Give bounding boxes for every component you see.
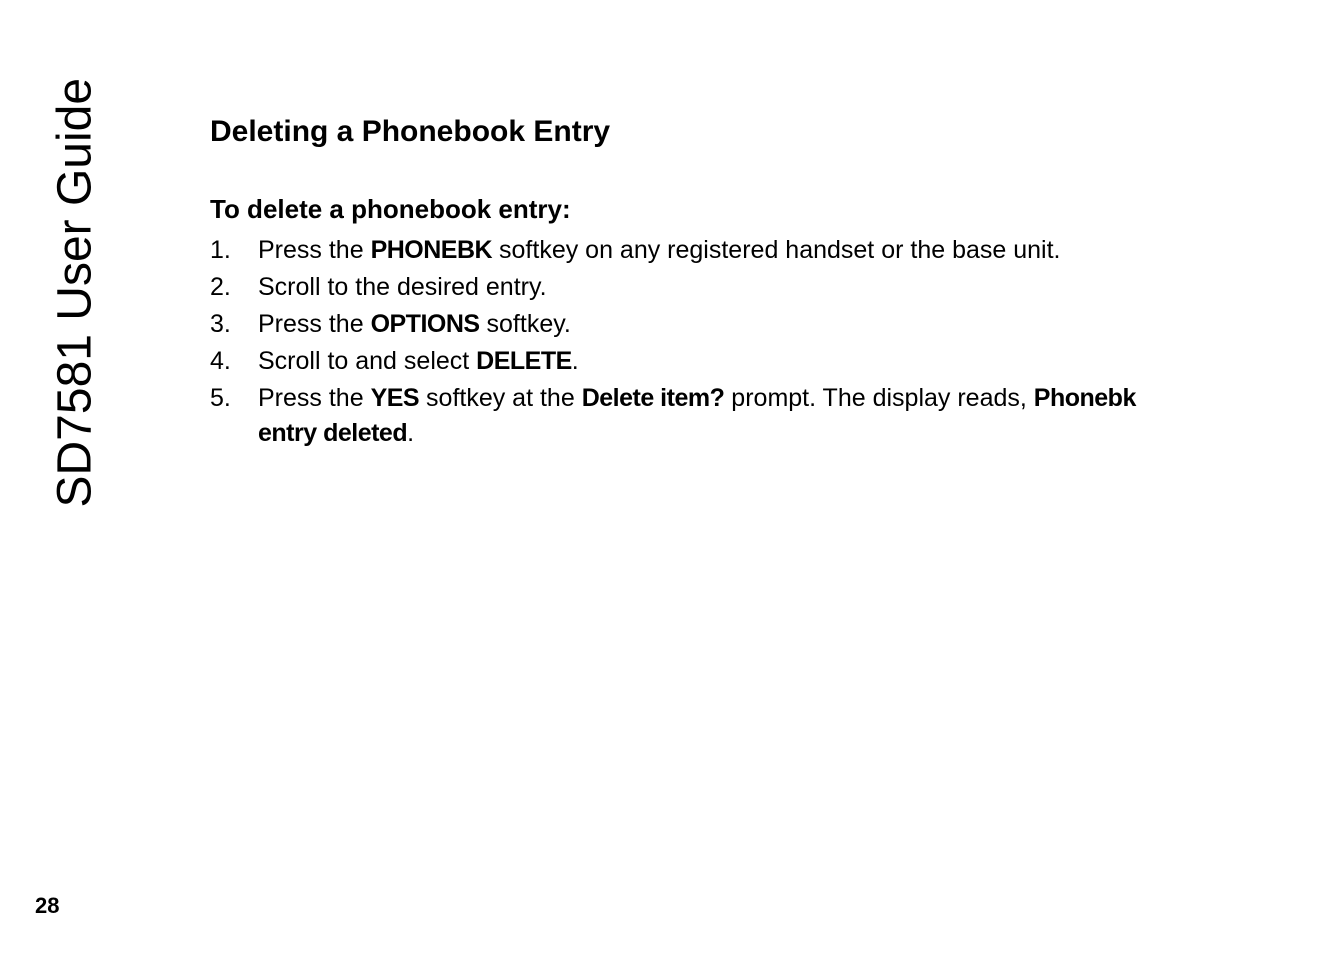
list-item: 3. Press the OPTIONS softkey. xyxy=(210,307,1174,342)
list-item: 4. Scroll to and select DELETE. xyxy=(210,344,1174,379)
step-number: 1. xyxy=(210,233,231,268)
softkey-label: YES xyxy=(371,384,420,412)
step-number: 4. xyxy=(210,344,231,379)
steps-list: 1. Press the PHONEBK softkey on any regi… xyxy=(210,233,1174,451)
step-text: softkey at the xyxy=(419,384,582,412)
step-text: Scroll to and select xyxy=(258,347,476,375)
section-title: Deleting a Phonebook Entry xyxy=(210,115,1174,149)
content-area: Deleting a Phonebook Entry To delete a p… xyxy=(210,115,1174,453)
step-number: 3. xyxy=(210,307,231,342)
step-text: Press the xyxy=(258,310,371,338)
step-text: Press the xyxy=(258,236,371,264)
list-item: 5. Press the YES softkey at the Delete i… xyxy=(210,381,1174,451)
step-text: softkey. xyxy=(480,310,571,338)
step-number: 5. xyxy=(210,381,231,416)
step-text: Press the xyxy=(258,384,371,412)
step-text: . xyxy=(572,347,579,375)
step-text: Scroll to the desired entry. xyxy=(258,273,547,301)
softkey-label: DELETE xyxy=(476,347,572,375)
softkey-label: Delete item? xyxy=(582,384,725,412)
subsection-title: To delete a phonebook entry: xyxy=(210,194,1174,225)
list-item: 1. Press the PHONEBK softkey on any regi… xyxy=(210,233,1174,268)
sidebar-guide-title: SD7581 User Guide xyxy=(48,78,103,508)
step-text: softkey on any registered handset or the… xyxy=(492,236,1060,264)
softkey-label: PHONEBK xyxy=(371,236,493,264)
step-number: 2. xyxy=(210,270,231,305)
list-item: 2. Scroll to the desired entry. xyxy=(210,270,1174,305)
step-text: prompt. The display reads, xyxy=(724,384,1033,412)
step-text: . xyxy=(407,419,414,447)
softkey-label: OPTIONS xyxy=(371,310,480,338)
page-number: 28 xyxy=(35,893,59,919)
